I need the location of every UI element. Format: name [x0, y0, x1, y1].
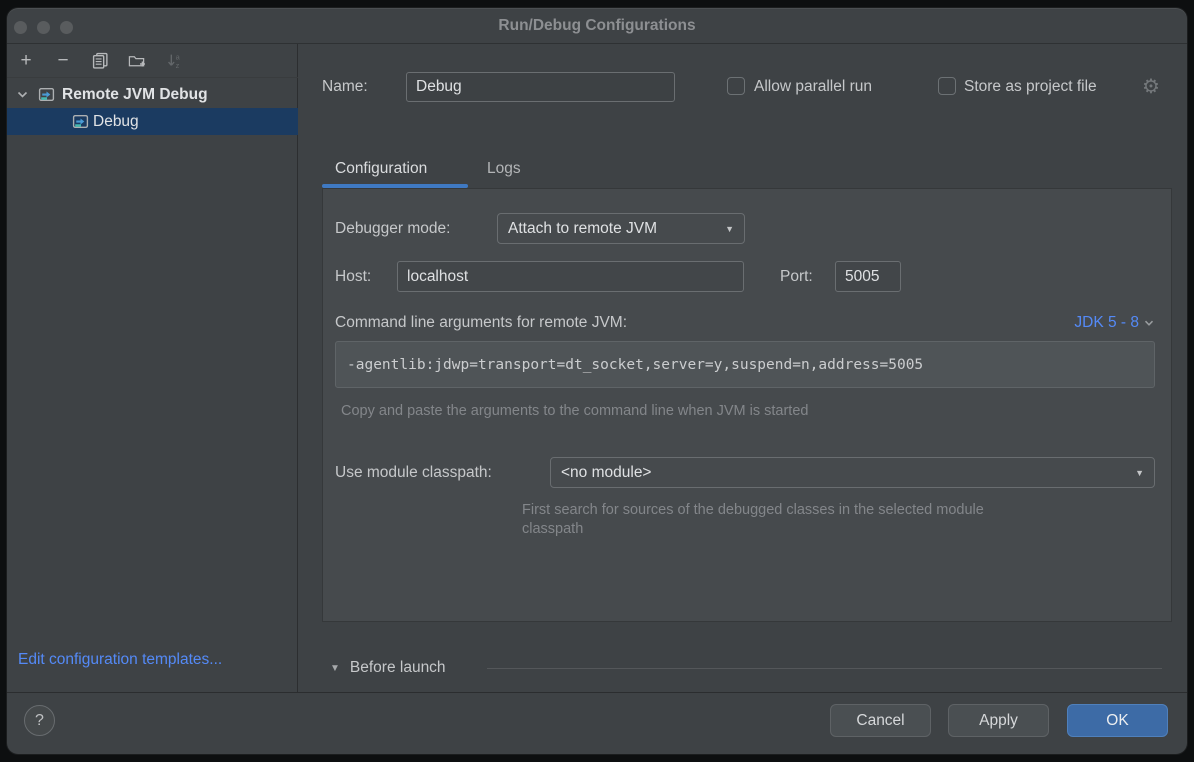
sidebar-item-remote-jvm-debug-group[interactable]: Remote JVM Debug — [7, 81, 298, 108]
tree-child-label: Debug — [93, 113, 139, 131]
debugger-mode-label: Debugger mode: — [335, 220, 450, 238]
before-launch-label: Before launch — [350, 659, 446, 677]
jdk-version-selector[interactable]: JDK 5 - 8 — [1074, 314, 1155, 332]
cmdline-arguments-input[interactable] — [335, 341, 1155, 388]
remote-debug-config-icon — [38, 86, 55, 103]
chevron-down-icon[interactable] — [16, 88, 29, 101]
store-as-project-file-label[interactable]: Store as project file — [964, 78, 1097, 96]
screenshot-stage: Run/Debug Configurations + − — [0, 0, 1194, 762]
edit-configuration-templates-link[interactable]: Edit configuration templates... — [18, 651, 222, 669]
port-input[interactable] — [835, 261, 901, 292]
section-divider — [487, 668, 1162, 669]
store-options-gear-icon[interactable]: ⚙ — [1142, 74, 1160, 99]
port-label: Port: — [780, 268, 813, 286]
help-button[interactable]: ? — [24, 705, 55, 736]
tree-group-label: Remote JVM Debug — [62, 86, 208, 104]
apply-button[interactable]: Apply — [948, 704, 1049, 737]
jdk-version-label: JDK 5 - 8 — [1074, 314, 1139, 332]
configurations-sidebar — [7, 44, 298, 692]
host-label: Host: — [335, 268, 371, 286]
dropdown-arrow-icon: ▼ — [1135, 468, 1144, 478]
cmdline-hint-text: Copy and paste the arguments to the comm… — [341, 403, 808, 419]
sort-configurations-icon[interactable]: a z — [165, 52, 183, 70]
before-launch-section-toggle[interactable]: ▼ Before launch — [330, 657, 446, 679]
dialog-title: Run/Debug Configurations — [7, 17, 1187, 35]
remote-debug-config-icon — [72, 113, 89, 130]
module-classpath-value: <no module> — [561, 464, 652, 482]
sidebar-item-debug-selected[interactable]: Debug — [7, 108, 298, 135]
dropdown-arrow-icon: ▼ — [725, 224, 734, 234]
copy-configuration-icon[interactable] — [91, 52, 109, 70]
name-input[interactable] — [406, 72, 675, 102]
debugger-mode-select[interactable]: Attach to remote JVM ▼ — [497, 213, 745, 244]
cmdline-arguments-label: Command line arguments for remote JVM: — [335, 314, 627, 332]
module-classpath-select[interactable]: <no module> ▼ — [550, 457, 1155, 488]
host-input[interactable] — [397, 261, 744, 292]
remove-configuration-icon[interactable]: − — [54, 52, 72, 70]
collapse-triangle-icon: ▼ — [330, 663, 340, 674]
tab-logs[interactable]: Logs — [487, 160, 521, 178]
cancel-button[interactable]: Cancel — [830, 704, 931, 737]
module-classpath-label: Use module classpath: — [335, 464, 492, 482]
new-folder-icon[interactable] — [128, 52, 146, 70]
allow-parallel-run-label[interactable]: Allow parallel run — [754, 78, 872, 96]
debugger-mode-value: Attach to remote JVM — [508, 220, 657, 238]
add-configuration-icon[interactable]: + — [17, 52, 35, 70]
run-debug-configurations-dialog: Run/Debug Configurations + − — [7, 8, 1187, 754]
svg-text:z: z — [175, 61, 179, 69]
ok-button[interactable]: OK — [1067, 704, 1168, 737]
store-as-project-file-checkbox[interactable] — [938, 77, 956, 95]
name-label: Name: — [322, 78, 368, 96]
tab-configuration[interactable]: Configuration — [335, 160, 427, 178]
module-classpath-hint-text: First search for sources of the debugged… — [522, 501, 1022, 539]
footer-divider — [7, 692, 1187, 693]
allow-parallel-run-checkbox[interactable] — [727, 77, 745, 95]
sidebar-toolbar: + − — [7, 44, 298, 78]
chevron-down-icon — [1143, 317, 1155, 329]
